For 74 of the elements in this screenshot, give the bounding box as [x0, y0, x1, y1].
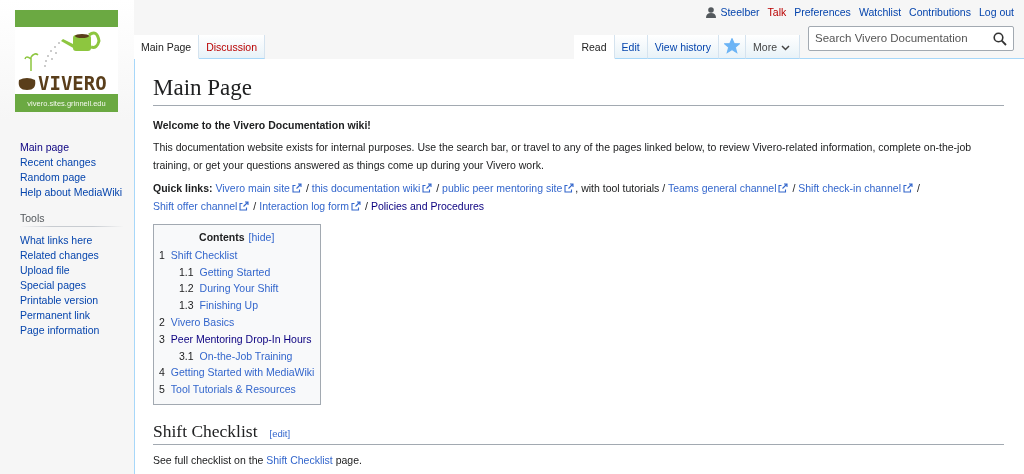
external-link[interactable]: Shift offer channel: [153, 199, 251, 212]
wiki-link[interactable]: Policies and Procedures: [370, 199, 485, 212]
external-link-icon: [564, 182, 575, 193]
external-link-icon: [291, 182, 302, 193]
toc-link[interactable]: 4 Getting Started with MediaWiki: [159, 366, 315, 379]
view-tab[interactable]: View history: [647, 34, 720, 59]
sidebar-link[interactable]: Recent changes: [20, 155, 96, 170]
sidebar-link[interactable]: Random page: [20, 170, 86, 185]
toc-number: 5: [159, 383, 165, 396]
toc-number: 3: [159, 332, 165, 345]
more-menu[interactable]: More: [746, 34, 800, 59]
edit-link[interactable]: [edit]: [269, 428, 291, 439]
portal-heading: Tools: [20, 212, 124, 227]
hide-link[interactable]: [hide]: [248, 230, 275, 243]
user-link[interactable]: Steelber: [720, 6, 760, 19]
sidebar-link[interactable]: Printable version: [20, 293, 99, 308]
toc-link[interactable]: 1 Shift Checklist: [159, 248, 238, 261]
search-field[interactable]: Search Vivero Documentation: [808, 25, 1014, 51]
toc-link[interactable]: 1.3 Finishing Up: [179, 299, 258, 312]
sidebar-link[interactable]: Permanent link: [20, 308, 91, 323]
external-link-icon: [351, 200, 362, 211]
page-tab[interactable]: Discussion: [199, 34, 265, 59]
external-link[interactable]: public peer mentoring site: [442, 181, 576, 194]
external-link[interactable]: this documentation wiki: [311, 181, 434, 194]
toc-link[interactable]: 1.1 Getting Started: [179, 265, 271, 278]
toc-number: 3.1: [179, 349, 194, 362]
sidebar-link[interactable]: Main page: [20, 140, 70, 155]
toc-link[interactable]: 3 Peer Mentoring Drop-In Hours: [159, 332, 312, 345]
external-link-icon: [903, 182, 913, 193]
watch-tab[interactable]: [719, 34, 747, 59]
section-text: See full checklist on the Shift Checklist page.: [153, 453, 363, 468]
caret-icon: [781, 44, 790, 51]
wiki-link[interactable]: Shift Checklist: [266, 454, 333, 466]
personal-link[interactable]: Log out: [978, 6, 1014, 19]
external-link[interactable]: Teams general channel: [667, 181, 790, 194]
toc-link[interactable]: 2 Vivero Basics: [159, 316, 235, 328]
sidebar-link[interactable]: Upload file: [20, 263, 70, 278]
user-icon: [706, 6, 717, 18]
external-link[interactable]: Interaction log form: [259, 199, 363, 212]
external-link[interactable]: Shift check-in channel: [798, 181, 914, 194]
personal-link[interactable]: Contributions: [909, 6, 971, 19]
toc-number: 1: [159, 248, 165, 261]
toc-link[interactable]: 1.2 During Your Shift: [179, 282, 279, 295]
toc-number: 2: [159, 316, 165, 328]
external-link[interactable]: Vivero main site: [215, 181, 303, 194]
toc-link[interactable]: 5 Tool Tutorials & Resources: [159, 383, 296, 396]
search-icon: [993, 31, 1007, 46]
toc-title: Contents: [199, 230, 245, 243]
page-tab[interactable]: Main Page: [134, 34, 200, 59]
toc-number: 4: [159, 366, 165, 379]
toc-number: 1.3: [179, 299, 194, 312]
section-heading: Shift Checklist: [153, 421, 258, 442]
external-link-icon: [239, 200, 250, 211]
seed-icon: [17, 75, 37, 90]
sidebar-link[interactable]: Related changes: [20, 248, 99, 263]
sidebar-link[interactable]: Page information: [20, 323, 100, 338]
toc-number: 1.2: [179, 282, 194, 295]
sidebar-link[interactable]: Help about MediaWiki: [20, 185, 123, 200]
toc-link[interactable]: 3.1 On-the-Job Training: [179, 349, 293, 362]
personal-link[interactable]: Talk: [767, 6, 787, 19]
toc-number: 1.1: [179, 265, 194, 278]
logo-wordmark: VIVERO: [38, 72, 107, 93]
page-title: Main Page: [153, 72, 1004, 106]
external-link-icon: [422, 182, 433, 193]
personal-link[interactable]: Preferences: [794, 6, 851, 19]
view-tab[interactable]: Edit: [614, 34, 648, 59]
sidebar-link[interactable]: What links here: [20, 233, 93, 248]
personal-link[interactable]: Watchlist: [858, 6, 902, 19]
external-link-icon: [778, 182, 789, 193]
quick-links-text: Quick links: Vivero main site / this documentation wiki / public peer mentoring site , with tool tutorials / Teams general channel / Shift check-in channel / Shift offer channel / Interaction log form / Policies and Procedures: [153, 180, 921, 214]
sidebar-link[interactable]: Special pages: [20, 278, 86, 293]
view-tab[interactable]: Read: [574, 34, 615, 59]
welcome-text: Welcome to the Vivero Documentation wiki!: [153, 117, 372, 133]
intro-text: This documentation website exists for internal purposes. Use the search bar, or travel to any of the pages linked below, to review Vivero-related information, complete on-the-job training, or get your questions answered as things come up during your Vivero work.: [153, 139, 973, 173]
